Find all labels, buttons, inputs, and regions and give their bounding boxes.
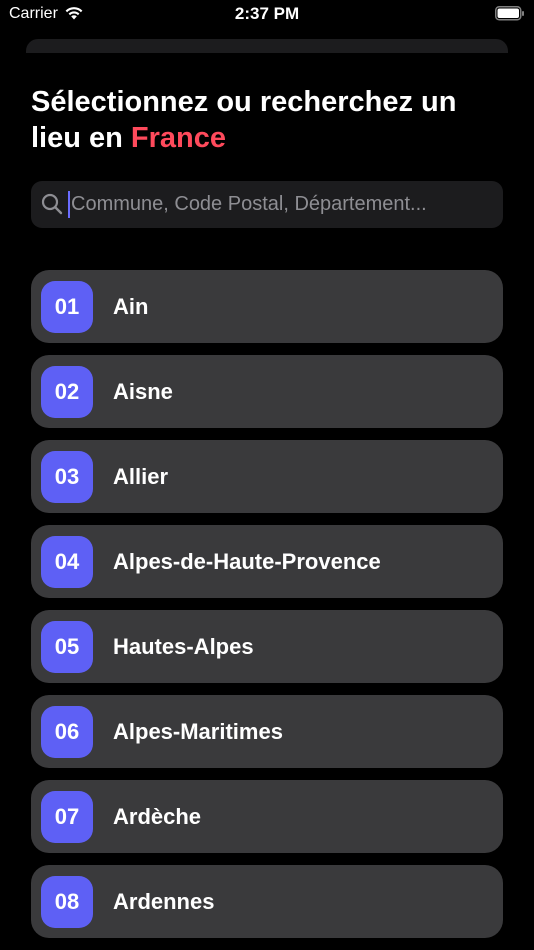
battery-icon	[495, 6, 524, 21]
search-bar[interactable]	[31, 181, 503, 228]
search-input[interactable]	[69, 181, 491, 228]
department-code-badge: 08	[41, 875, 93, 928]
sheet-background-strip	[26, 39, 508, 53]
department-row[interactable]: 03 Allier	[31, 440, 503, 513]
department-name: Ain	[113, 293, 149, 319]
department-name: Hautes-Alpes	[113, 633, 254, 659]
department-code-badge: 06	[41, 705, 93, 758]
department-name: Ardèche	[113, 803, 202, 829]
department-row[interactable]: 01 Ain	[31, 270, 503, 343]
page-title-country: France	[130, 122, 227, 154]
department-code-badge: 03	[41, 450, 93, 503]
department-row[interactable]: 07 Ardèche	[31, 780, 503, 853]
page-title: Sélectionnez ou recherchez un lieu en Fr…	[31, 84, 501, 156]
department-row[interactable]: 04 Alpes-de-Haute-Provence	[31, 525, 503, 598]
department-row[interactable]: 02 Aisne	[31, 355, 503, 428]
department-name: Aisne	[113, 378, 173, 404]
text-cursor	[68, 191, 70, 218]
department-name: Allier	[113, 463, 169, 489]
search-icon	[41, 193, 63, 215]
department-code-badge: 02	[41, 365, 93, 418]
department-row[interactable]: 06 Alpes-Maritimes	[31, 695, 503, 768]
page-title-text: Sélectionnez ou recherchez un lieu en	[31, 86, 457, 154]
status-bar: Carrier 2:37 PM	[0, 0, 534, 30]
department-code-badge: 04	[41, 535, 93, 588]
department-name: Ardennes	[113, 888, 215, 914]
department-code-badge: 07	[41, 790, 93, 843]
department-list: 01 Ain 02 Aisne 03 Allier 04 Alpes-de-Ha…	[31, 270, 503, 950]
department-row[interactable]: 05 Hautes-Alpes	[31, 610, 503, 683]
department-code-badge: 01	[41, 280, 93, 333]
clock-time: 2:37 PM	[234, 4, 300, 23]
department-name: Alpes-Maritimes	[113, 718, 283, 744]
department-code-badge: 05	[41, 620, 93, 673]
department-row[interactable]: 08 Ardennes	[31, 865, 503, 938]
department-name: Alpes-de-Haute-Provence	[113, 548, 381, 574]
